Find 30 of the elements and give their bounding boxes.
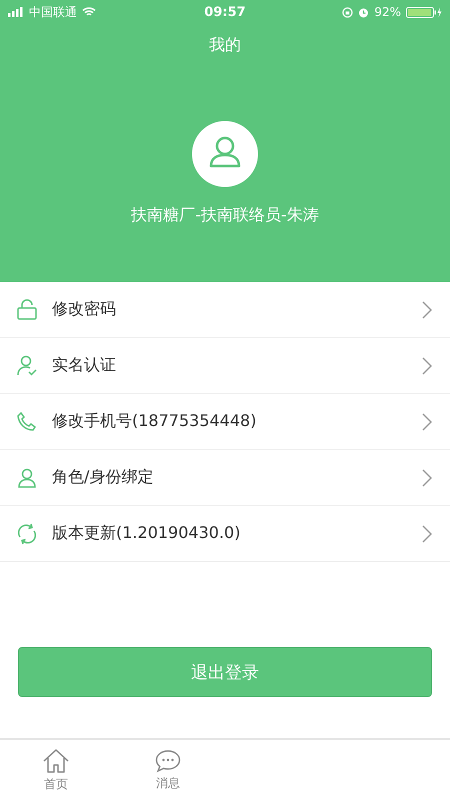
- chevron-icon: [422, 524, 432, 542]
- phone-icon: [16, 410, 38, 432]
- padlock-icon: [16, 298, 38, 320]
- home-icon: [42, 748, 70, 774]
- chevron-icon: [422, 300, 432, 318]
- menu-item[interactable]: 角色/身份绑定: [0, 450, 450, 506]
- chevron-icon: [422, 356, 432, 374]
- rotation-lock-icon: [342, 6, 354, 18]
- alarm-icon: [358, 6, 370, 18]
- page-title: 我的: [209, 35, 241, 56]
- battery-percent: 92%: [374, 5, 401, 19]
- tab[interactable]: 消息: [112, 740, 224, 800]
- person-icon: [16, 466, 38, 488]
- status-time: 09:57: [204, 4, 246, 20]
- user-name: 扶南糖厂-扶南联络员-朱涛: [131, 205, 319, 226]
- chat-bubble-icon: [155, 748, 181, 772]
- refresh-icon: [16, 522, 38, 544]
- chevron-icon: [422, 412, 432, 430]
- avatar-icon: [192, 121, 258, 187]
- person-check-icon: [16, 354, 38, 376]
- menu-item[interactable]: 修改密码: [0, 282, 450, 338]
- menu-item[interactable]: 修改手机号(18775354448): [0, 394, 450, 450]
- tab[interactable]: 首页: [0, 740, 112, 800]
- wifi-icon: [82, 7, 96, 17]
- battery-icon: [406, 6, 442, 18]
- menu-item[interactable]: 实名认证: [0, 338, 450, 394]
- menu-item[interactable]: 版本更新(1.20190430.0): [0, 506, 450, 561]
- chevron-icon: [422, 468, 432, 486]
- carrier-name: 中国联通: [29, 4, 77, 20]
- signal-icon: [8, 7, 24, 17]
